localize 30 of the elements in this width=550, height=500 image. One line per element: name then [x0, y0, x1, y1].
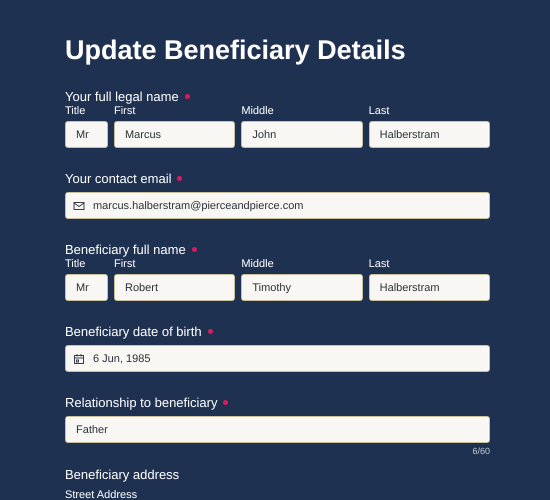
field-label: Last — [368, 104, 390, 118]
field-label: Title — [65, 104, 86, 118]
envelope-icon — [73, 200, 85, 212]
field-label: Beneficiary date of birth — [65, 324, 202, 338]
field-label: Middle — [241, 257, 274, 271]
input-field[interactable]: Timothy — [241, 274, 363, 301]
input-field[interactable]: Mr — [65, 274, 108, 301]
field-label: Title — [65, 257, 86, 271]
field-label: Beneficiary address — [65, 466, 180, 482]
input-field[interactable]: 6 Jun, 1985 — [65, 345, 490, 372]
calendar-icon — [73, 353, 85, 365]
input-field[interactable]: Mr — [65, 121, 108, 148]
input-field[interactable]: Father — [65, 416, 490, 443]
input-field[interactable]: Halberstram — [368, 121, 490, 148]
page-title: Update Beneficiary Details — [65, 34, 407, 67]
field-label: Last — [368, 257, 390, 271]
field-label: First — [114, 104, 136, 118]
field-label: Your full legal name — [65, 88, 179, 104]
input-field[interactable]: Robert — [114, 274, 236, 301]
field-label: First — [114, 257, 136, 271]
field-label: Relationship to beneficiary — [65, 394, 218, 410]
field-label: Middle — [241, 104, 274, 118]
character-counter: 6/60 — [472, 446, 490, 456]
input-field[interactable]: John — [241, 121, 363, 148]
field-label: Your contact email — [65, 170, 172, 186]
input-field[interactable]: marcus.halberstram@pierceandpierce.com — [65, 192, 490, 219]
field-label: Street Address — [65, 488, 138, 500]
input-field[interactable]: Halberstram — [368, 274, 490, 301]
input-field[interactable]: Marcus — [114, 121, 236, 148]
field-label: Beneficiary full name — [65, 242, 186, 256]
